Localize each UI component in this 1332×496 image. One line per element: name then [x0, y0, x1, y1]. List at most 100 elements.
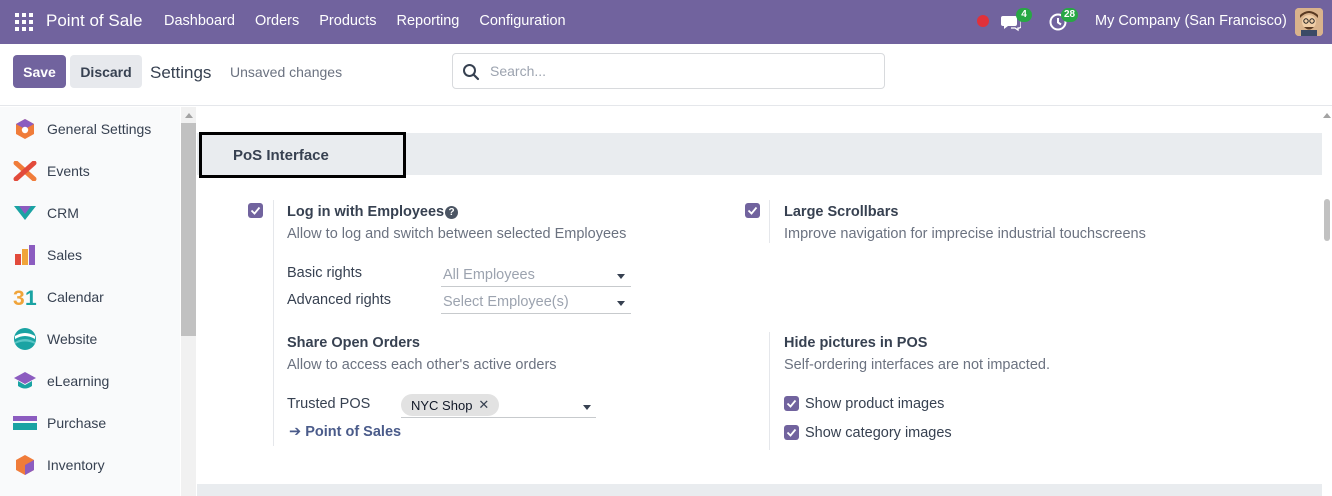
- inventory-icon: [13, 453, 37, 477]
- basic-rights-select[interactable]: All Employees: [441, 263, 631, 287]
- sidebar-item-elearning[interactable]: eLearning: [0, 360, 180, 402]
- website-icon: [13, 327, 37, 351]
- settings-sidebar: General Settings Events CRM Sales 31 Cal…: [0, 107, 180, 496]
- events-icon: [13, 159, 37, 183]
- advanced-rights-label: Advanced rights: [287, 292, 391, 308]
- trusted-pos-tag: NYC Shop ✕: [401, 394, 500, 416]
- page-title: Settings: [150, 63, 212, 82]
- general-settings-icon: [13, 117, 37, 141]
- search-input[interactable]: [490, 61, 870, 81]
- help-question-icon[interactable]: ?: [445, 206, 458, 219]
- sidebar-scrollbar[interactable]: [181, 107, 196, 496]
- sidebar-item-label: eLearning: [47, 373, 110, 389]
- user-avatar-icon: [1295, 8, 1323, 36]
- scroll-up-arrow-icon[interactable]: [185, 113, 193, 118]
- advanced-rights-select[interactable]: Select Employee(s): [441, 290, 631, 314]
- large-scrollbars-title: Large Scrollbars: [784, 204, 899, 220]
- discard-button[interactable]: Discard: [70, 55, 142, 88]
- content-scrollbar[interactable]: [1322, 107, 1332, 496]
- section-header: PoS Interface: [197, 132, 1322, 178]
- checkmark-icon: [747, 206, 758, 215]
- sidebar-item-label: Website: [47, 331, 98, 347]
- sidebar-item-calendar[interactable]: 31 Calendar: [0, 276, 180, 318]
- settings-search[interactable]: [452, 53, 885, 89]
- sidebar-item-label: Purchase: [47, 415, 107, 431]
- checkmark-icon: [786, 428, 797, 437]
- scroll-up-arrow-icon[interactable]: [1323, 113, 1331, 118]
- settings-content: PoS Interface Log in with Employees ? Al…: [197, 107, 1322, 496]
- advanced-rights-placeholder: Select Employee(s): [443, 294, 569, 310]
- calendar-icon: 31: [13, 285, 37, 309]
- basic-rights-placeholder: All Employees: [443, 267, 535, 283]
- unsaved-changes-status: Unsaved changes: [230, 64, 343, 80]
- show-category-images-label[interactable]: Show category images: [805, 425, 952, 441]
- company-switcher[interactable]: My Company (San Francisco): [1095, 13, 1287, 29]
- control-panel: Save Discard Settings Unsaved changes: [0, 44, 1332, 106]
- setting-divider: [769, 332, 770, 450]
- hide-pictures-title: Hide pictures in POS: [784, 335, 928, 351]
- sidebar-item-purchase[interactable]: Purchase: [0, 402, 180, 444]
- trusted-pos-label: Trusted POS: [287, 396, 371, 412]
- section-footer-band: [197, 484, 1322, 496]
- arrow-right-icon: ➔: [289, 424, 302, 440]
- menu-products[interactable]: Products: [319, 13, 376, 29]
- show-category-images-checkbox[interactable]: [784, 425, 799, 440]
- save-button[interactable]: Save: [13, 55, 66, 88]
- hide-pictures-description: Self-ordering interfaces are not impacte…: [784, 357, 1050, 373]
- setting-divider: [769, 200, 770, 243]
- chevron-down-icon: [583, 405, 591, 410]
- login-employees-checkbox[interactable]: [248, 203, 263, 218]
- sidebar-item-events[interactable]: Events: [0, 150, 180, 192]
- top-navbar: Point of Sale Dashboard Orders Products …: [0, 0, 1332, 44]
- sidebar-item-general-settings[interactable]: General Settings: [0, 108, 180, 150]
- sidebar-item-crm[interactable]: CRM: [0, 192, 180, 234]
- sales-icon: [13, 243, 37, 267]
- point-of-sales-link[interactable]: ➔ Point of Sales: [289, 424, 401, 440]
- sidebar-item-website[interactable]: Website: [0, 318, 180, 360]
- activity-count-badge: 28: [1061, 8, 1079, 22]
- share-orders-description: Allow to access each other's active orde…: [287, 357, 557, 373]
- chevron-down-icon: [617, 301, 625, 306]
- app-name[interactable]: Point of Sale: [46, 11, 142, 31]
- sidebar-scrollbar-thumb[interactable]: [181, 123, 196, 336]
- elearning-icon: [13, 369, 37, 393]
- search-icon: [463, 64, 480, 81]
- chat-count-badge: 4: [1016, 8, 1032, 22]
- purchase-icon: [13, 411, 37, 435]
- svg-text:3: 3: [13, 287, 25, 307]
- content-scrollbar-thumb[interactable]: [1324, 199, 1330, 241]
- trusted-pos-tag-label: NYC Shop: [411, 397, 473, 413]
- show-product-images-checkbox[interactable]: [784, 396, 799, 411]
- show-product-images-label[interactable]: Show product images: [805, 396, 944, 412]
- checkmark-icon: [250, 206, 261, 215]
- sidebar-item-label: Calendar: [47, 289, 104, 305]
- crm-icon: [13, 201, 37, 225]
- share-orders-title: Share Open Orders: [287, 335, 420, 351]
- menu-configuration[interactable]: Configuration: [479, 13, 565, 29]
- sidebar-item-label: Inventory: [47, 457, 105, 473]
- sidebar-item-inventory[interactable]: Inventory: [0, 444, 180, 486]
- login-employees-description: Allow to log and switch between selected…: [287, 226, 627, 242]
- chevron-down-icon: [617, 274, 625, 279]
- remove-tag-icon[interactable]: ✕: [478, 397, 489, 413]
- sidebar-item-label: CRM: [47, 205, 79, 221]
- checkmark-icon: [786, 399, 797, 408]
- menu-reporting[interactable]: Reporting: [397, 13, 460, 29]
- login-employees-title: Log in with Employees: [287, 204, 445, 220]
- user-avatar[interactable]: [1295, 8, 1323, 36]
- svg-text:1: 1: [25, 287, 37, 307]
- sidebar-item-sales[interactable]: Sales: [0, 234, 180, 276]
- large-scrollbars-checkbox[interactable]: [745, 203, 760, 218]
- sidebar-item-label: Events: [47, 163, 90, 179]
- basic-rights-label: Basic rights: [287, 265, 362, 281]
- section-title: PoS Interface: [199, 132, 406, 178]
- main-menu: Dashboard Orders Products Reporting Conf…: [164, 13, 566, 29]
- point-of-sales-link-label: Point of Sales: [305, 424, 402, 440]
- sidebar-item-label: Sales: [47, 247, 83, 263]
- menu-orders[interactable]: Orders: [255, 13, 299, 29]
- large-scrollbars-description: Improve navigation for imprecise industr…: [784, 226, 1146, 242]
- apps-grid-icon[interactable]: [15, 13, 33, 31]
- menu-dashboard[interactable]: Dashboard: [164, 13, 235, 29]
- recording-indicator-icon[interactable]: [977, 15, 989, 27]
- setting-divider: [273, 200, 274, 446]
